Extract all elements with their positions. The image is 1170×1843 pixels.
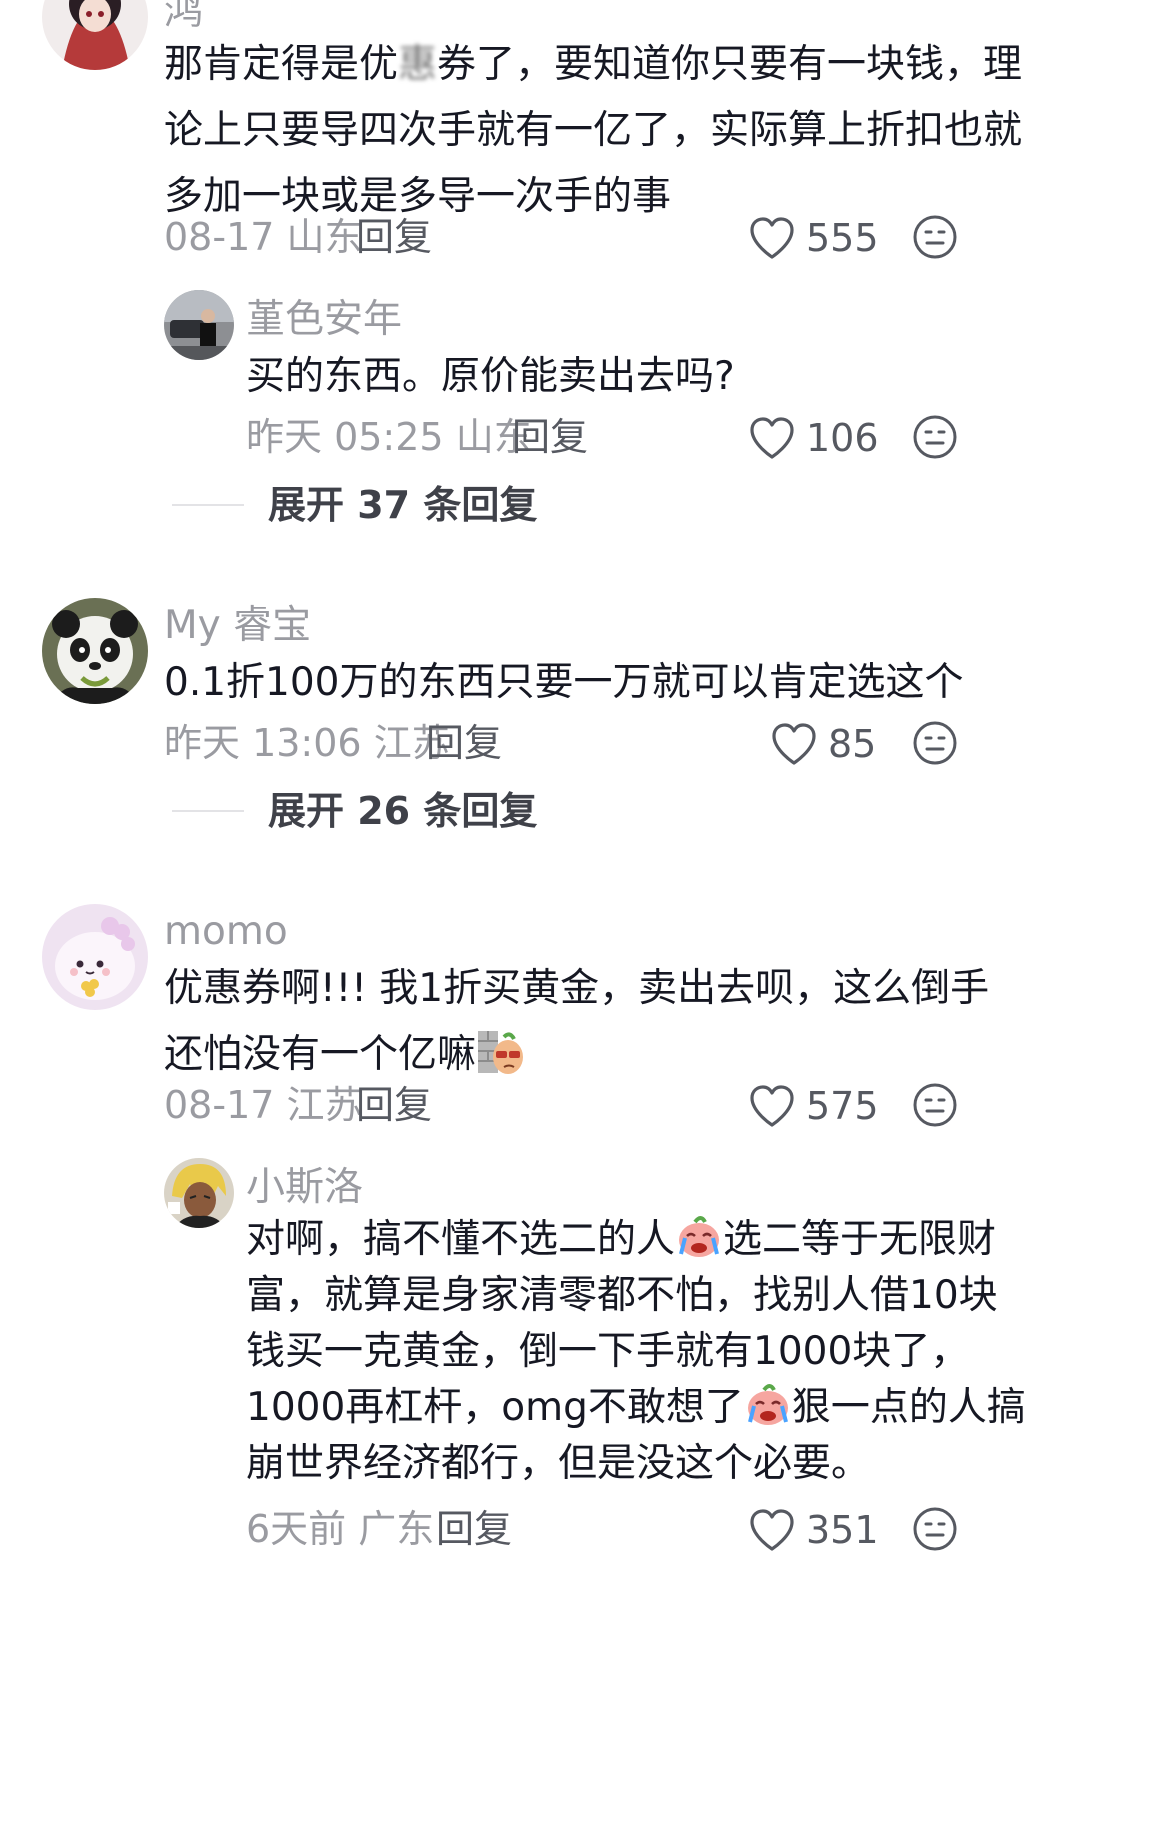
avatar[interactable] [164, 290, 234, 360]
avatar[interactable] [42, 904, 148, 1010]
like-count: 106 [806, 416, 879, 460]
blurred-text: 惠 [398, 42, 438, 87]
crying-face-emoji [744, 1380, 792, 1428]
reply-text-line: 富，就算是身家清零都不怕，找别人借10块 [246, 1273, 998, 1318]
meh-face-icon[interactable] [912, 1082, 958, 1128]
comment-username[interactable]: 鸿 [164, 0, 203, 31]
comment-text-line: 那肯定得是优惠券了，要知道你只要有一块钱，理 [164, 32, 1022, 98]
meh-face-icon[interactable] [912, 414, 958, 460]
reply-meta: 6天前 广东 [246, 1510, 434, 1548]
reply-button[interactable]: 回复 [436, 1510, 512, 1548]
comment-date: 08-17 [164, 215, 275, 259]
heart-outline-icon [748, 416, 796, 460]
comment-text-line: 论上只要导四次手就有一亿了，实际算上折扣也就 [164, 108, 1023, 153]
reply-meta: 昨天 05:25 山东 [246, 418, 532, 456]
meh-face-icon[interactable] [912, 214, 958, 260]
heart-outline-icon [748, 216, 796, 260]
comment-text-line: 优惠券啊!!! 我1折买黄金，卖出去呗，这么倒手 [164, 966, 990, 1011]
comment-location: 山东 [286, 215, 363, 259]
reply-date: 6天前 [246, 1507, 347, 1551]
crying-face-emoji [675, 1212, 723, 1260]
heart-outline-icon [748, 1084, 796, 1128]
comment-meta: 08-17 山东 [164, 218, 363, 256]
reply-button[interactable]: 回复 [356, 218, 432, 256]
comment-meta: 昨天 13:06 江苏 [164, 724, 450, 762]
reply-button[interactable]: 回复 [356, 1086, 432, 1124]
like-count: 351 [806, 1508, 879, 1552]
comment-text: 那肯定得是优惠券了，要知道你只要有一块钱，理 论上只要导四次手就有一亿了，实际算… [164, 32, 1022, 230]
reply-location: 广东 [358, 1507, 435, 1551]
reply-text: 对啊，搞不懂不选二的人 选二等于无限财 富，就算是身家清零都不怕，找别人借10块 … [246, 1212, 1026, 1492]
meh-face-icon[interactable] [912, 720, 958, 766]
reply-text-line: 崩世界经济都行，但是没这个必要。 [246, 1441, 871, 1486]
reply-text-line: 1000再杠杆，omg不敢想了 狠一点的人搞 [246, 1380, 1026, 1436]
avatar[interactable] [42, 0, 148, 70]
like-button[interactable]: 85 [770, 714, 876, 774]
comment-username[interactable]: My 睿宝 [164, 606, 311, 645]
reply-text-line: 对啊，搞不懂不选二的人 选二等于无限财 [246, 1212, 1026, 1268]
reply-text-line: 钱买一克黄金，倒一下手就有1000块了， [246, 1329, 970, 1374]
comment-meta: 08-17 江苏 [164, 1086, 363, 1124]
like-count: 575 [806, 1084, 879, 1128]
comment-text: 0.1折100万的东西只要一万就可以肯定选这个 [164, 650, 963, 716]
comment-text: 优惠券啊!!! 我1折买黄金，卖出去呗，这么倒手 还怕没有一个亿嘛 [164, 956, 989, 1088]
heart-outline-icon [770, 722, 818, 766]
divider [172, 810, 244, 812]
divider [172, 504, 244, 506]
expand-replies-label: 展开 26 条回复 [268, 789, 538, 833]
avatar[interactable] [42, 598, 148, 704]
reply-text-line: 买的东西。原价能卖出去吗? [246, 354, 735, 399]
expand-replies-label: 展开 37 条回复 [268, 483, 538, 527]
reply-username[interactable]: 堇色安年 [246, 300, 402, 339]
reply-button[interactable]: 回复 [512, 418, 588, 456]
comment-location: 江苏 [286, 1083, 363, 1127]
comment-date: 昨天 13:06 [164, 721, 362, 765]
expand-replies-button[interactable]: 展开 26 条回复 [172, 786, 537, 836]
comment-date: 08-17 [164, 1083, 275, 1127]
peeking-wall-emoji [476, 1027, 524, 1075]
comment-text-line: 0.1折100万的东西只要一万就可以肯定选这个 [164, 660, 964, 705]
meh-face-icon[interactable] [912, 1506, 958, 1552]
like-count: 555 [806, 216, 879, 260]
reply-username[interactable]: 小斯洛 [246, 1168, 363, 1207]
reply-text: 买的东西。原价能卖出去吗? [246, 344, 735, 410]
comment-username[interactable]: momo [164, 912, 288, 951]
expand-replies-button[interactable]: 展开 37 条回复 [172, 480, 537, 530]
like-button[interactable]: 555 [748, 208, 879, 268]
reply-button[interactable]: 回复 [426, 724, 502, 762]
heart-outline-icon [748, 1508, 796, 1552]
avatar[interactable] [164, 1158, 234, 1228]
like-count: 85 [828, 722, 877, 766]
like-button[interactable]: 106 [748, 408, 879, 468]
like-button[interactable]: 351 [748, 1500, 879, 1560]
like-button[interactable]: 575 [748, 1076, 879, 1136]
reply-date: 昨天 05:25 [246, 415, 444, 459]
